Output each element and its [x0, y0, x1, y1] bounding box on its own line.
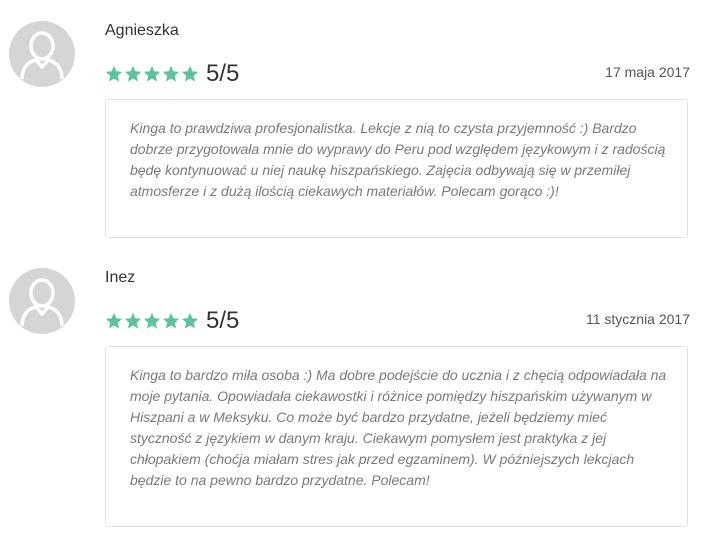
- user-avatar-icon: [9, 268, 75, 334]
- star-rating: 5/5: [105, 309, 239, 333]
- user-avatar-icon: [9, 21, 75, 87]
- star-icon: [124, 65, 142, 82]
- reviewer-name: Agnieszka: [105, 22, 179, 39]
- review-item: Inez 5/5 11 stycznia 2017 Kinga to bardz…: [0, 247, 708, 540]
- review-text-box: Kinga to prawdziwa profesjonalistka. Lek…: [105, 99, 688, 238]
- review-date: 11 stycznia 2017: [585, 311, 690, 327]
- review-text: Kinga to prawdziwa profesjonalistka. Lek…: [130, 120, 666, 199]
- star-icon: [143, 65, 161, 82]
- star-icon: [181, 65, 199, 82]
- review-date: 17 maja 2017: [605, 64, 690, 80]
- review-text: Kinga to bardzo miła osoba :) Ma dobre p…: [130, 367, 667, 488]
- star-icon: [105, 65, 123, 82]
- star-icon: [143, 312, 161, 329]
- star-icon: [162, 312, 180, 329]
- reviewer-name: Inez: [105, 269, 136, 286]
- review-text-box: Kinga to bardzo miła osoba :) Ma dobre p…: [105, 346, 688, 527]
- review-item: Agnieszka 5/5 17 maja 2017 Kinga to praw…: [0, 0, 708, 245]
- rating-score: 5/5: [206, 307, 240, 334]
- star-icon: [124, 312, 142, 329]
- star-icon: [162, 65, 180, 82]
- rating-score: 5/5: [206, 60, 240, 87]
- star-icon: [181, 312, 199, 329]
- star-rating: 5/5: [105, 62, 239, 86]
- star-icon: [105, 312, 123, 329]
